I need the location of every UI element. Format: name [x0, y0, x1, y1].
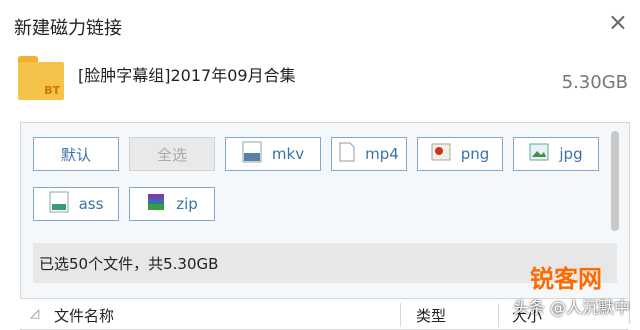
filter-png-button[interactable]: png [417, 137, 503, 171]
archive-icon [146, 192, 166, 216]
bt-folder-icon: BT [18, 56, 64, 100]
filter-mp4-label: mp4 [365, 145, 399, 163]
image-file-icon [431, 143, 451, 165]
file-icon [339, 142, 355, 166]
header-filename[interactable]: 文件名称 [54, 305, 114, 326]
scrollbar[interactable] [611, 131, 619, 231]
filter-mkv-label: mkv [271, 145, 305, 163]
dialog-title: 新建磁力链接 [14, 18, 122, 39]
video-file-icon [242, 141, 262, 167]
image-file-icon [529, 143, 549, 165]
filter-jpg-label: jpg [559, 145, 583, 163]
header-divider [400, 303, 401, 327]
close-icon[interactable]: × [608, 10, 628, 34]
default-button[interactable]: 默认 [33, 137, 119, 171]
task-size: 5.30GB [561, 72, 628, 93]
select-all-button-label: 全选 [156, 145, 187, 164]
header-divider [498, 303, 499, 327]
watermark-text: 头条 @人沉默中 [512, 298, 630, 317]
sort-triangle-icon[interactable]: ◿ [30, 306, 39, 320]
watermark-brand: 锐客网 [530, 265, 602, 293]
filter-mkv-button[interactable]: mkv [225, 137, 321, 171]
filter-jpg-button[interactable]: jpg [513, 137, 599, 171]
task-name: [脸肿字幕组]2017年09月合集 [78, 66, 296, 85]
filter-zip-button[interactable]: zip [129, 187, 215, 221]
filter-ass-label: ass [78, 195, 104, 213]
subtitle-file-icon [49, 191, 69, 217]
filter-png-label: png [460, 145, 490, 163]
header-type[interactable]: 类型 [416, 305, 446, 326]
filter-ass-button[interactable]: ass [33, 187, 119, 221]
bt-badge: BT [44, 84, 60, 97]
filter-zip-label: zip [176, 195, 198, 213]
filter-mp4-button[interactable]: mp4 [331, 137, 407, 171]
default-button-label: 默认 [60, 145, 91, 164]
select-all-button[interactable]: 全选 [129, 137, 215, 171]
